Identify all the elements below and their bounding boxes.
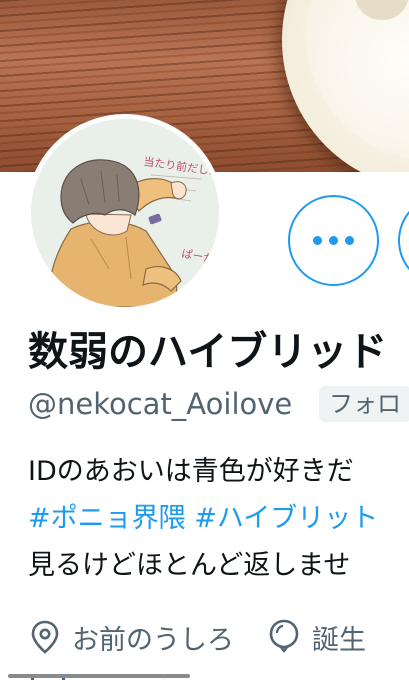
hashtag-link[interactable]: #ポニョ界隈: [28, 503, 186, 534]
birthday-label: 誕生: [312, 624, 366, 656]
profile-meta: お前のうしろ 誕生: [30, 614, 366, 660]
location-text: お前のうしろ: [72, 624, 234, 656]
bio-line: 見るけどほとんど返しませ: [28, 550, 351, 581]
bio-line: IDのあおいは青色が好きだ: [28, 456, 354, 487]
location: お前のうしろ: [30, 618, 234, 657]
display-name: 数弱のハイブリッド: [28, 329, 388, 375]
handle: @nekocat_Aoilove: [28, 387, 293, 421]
joined-row: 2020年10月から: [0, 668, 409, 680]
location-pin-icon: [30, 620, 60, 654]
follows-you-badge: フォロ: [319, 386, 409, 422]
more-dot: [345, 236, 354, 245]
secondary-action-button[interactable]: [398, 195, 409, 286]
balloon-icon: [268, 619, 300, 655]
bio: IDのあおいは青色が好きだ #ポニョ界隈 #ハイブリット 見るけどほとんど返しま…: [28, 448, 409, 589]
bio-hashtag-line: #ポニョ界隈 #ハイブリット: [28, 495, 409, 542]
avatar[interactable]: 当たり前だし… ぱーか…: [26, 114, 224, 312]
avatar-illustration: 当たり前だし… ぱーか…: [31, 119, 219, 307]
scrollbar[interactable]: [8, 674, 190, 678]
more-options-button[interactable]: [288, 195, 379, 286]
birthday: 誕生: [268, 618, 366, 657]
profile-screen: 当たり前だし… ぱーか… 数弱のハイブリッド @nekocat_Aoilove …: [0, 0, 409, 680]
hashtag-link[interactable]: #ハイブリット: [194, 503, 378, 534]
more-dot: [329, 236, 338, 245]
more-dots-icon: [313, 236, 322, 245]
